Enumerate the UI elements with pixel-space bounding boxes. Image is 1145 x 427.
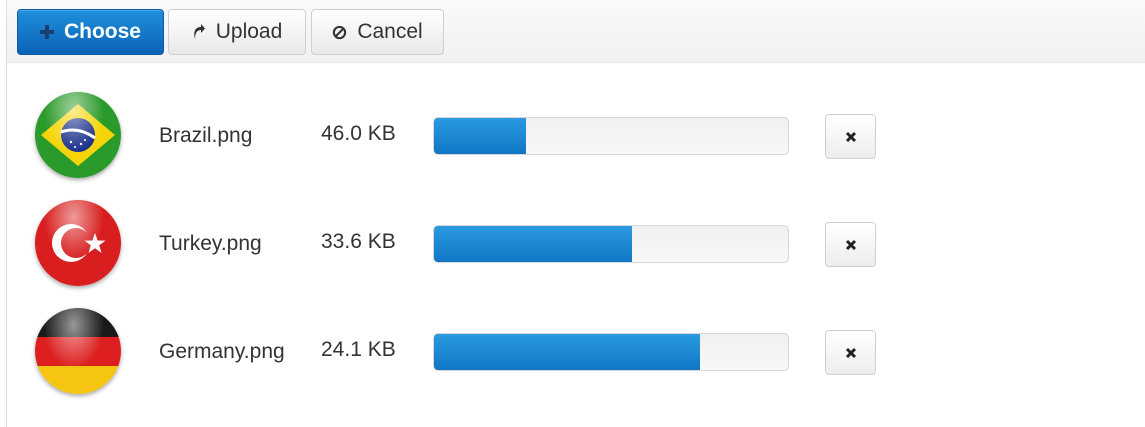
cancel-label: Cancel	[357, 20, 423, 43]
file-row: Germany.png 24.1 KB	[7, 308, 1145, 408]
file-upload-panel: Choose Upload Cancel Brazil.png 46.0 KB …	[6, 0, 1145, 427]
remove-file-button[interactable]	[825, 114, 876, 159]
file-name: Turkey.png	[159, 232, 262, 255]
progress-fill	[434, 118, 527, 154]
close-icon	[845, 347, 857, 359]
upload-button[interactable]: Upload	[168, 9, 306, 55]
close-icon	[845, 131, 857, 143]
flag-gloss	[35, 308, 121, 394]
flag-gloss	[35, 200, 121, 286]
close-icon	[845, 239, 857, 251]
germany-flag-icon	[35, 308, 121, 394]
progress-fill	[434, 226, 633, 262]
choose-label: Choose	[63, 20, 141, 43]
progress-fill	[434, 334, 700, 370]
file-row: Brazil.png 46.0 KB	[7, 92, 1145, 192]
file-row: Turkey.png 33.6 KB	[7, 200, 1145, 300]
file-size: 46.0 KB	[321, 122, 396, 145]
brazil-flag-icon	[35, 92, 121, 178]
remove-file-button[interactable]	[825, 222, 876, 267]
file-name: Brazil.png	[159, 124, 253, 147]
upload-label: Upload	[215, 20, 283, 43]
remove-file-button[interactable]	[825, 330, 876, 375]
progress-bar	[433, 117, 789, 155]
file-size: 24.1 KB	[321, 338, 396, 361]
ban-icon	[332, 25, 347, 40]
upload-arrow-icon	[192, 24, 206, 40]
file-size: 33.6 KB	[321, 230, 396, 253]
cancel-button[interactable]: Cancel	[311, 9, 444, 55]
choose-button[interactable]: Choose	[17, 9, 164, 55]
progress-bar	[433, 333, 789, 371]
progress-bar	[433, 225, 789, 263]
file-name: Germany.png	[159, 340, 285, 363]
plus-icon	[39, 25, 54, 39]
upload-toolbar: Choose Upload Cancel	[7, 0, 1145, 63]
turkey-flag-icon	[35, 200, 121, 286]
flag-gloss	[35, 92, 121, 178]
